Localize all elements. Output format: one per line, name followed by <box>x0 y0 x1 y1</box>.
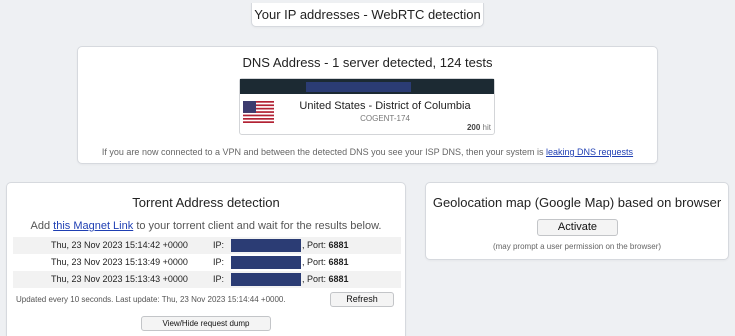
torrent-title: Torrent Address detection <box>132 195 280 210</box>
row-timestamp: Thu, 23 Nov 2023 15:13:49 +0000 <box>51 257 188 267</box>
ip-label: IP: <box>213 240 225 250</box>
dns-location: United States - District of Columbia <box>299 100 471 112</box>
hit-number: 200 <box>466 123 481 132</box>
row-port: , Port: 6881 <box>302 240 349 250</box>
webrtc-title: Your IP addresses - WebRTC detection <box>254 7 481 22</box>
row-timestamp: Thu, 23 Nov 2023 15:13:43 +0000 <box>51 274 188 284</box>
update-status: Updated every 10 seconds. Last update: T… <box>16 295 286 304</box>
redacted-ip <box>231 273 301 286</box>
dns-server-card: United States - District of Columbia COG… <box>239 78 495 135</box>
geo-title: Geolocation map (Google Map) based on br… <box>432 195 722 210</box>
activate-button[interactable]: Activate <box>537 219 618 236</box>
us-flag-icon <box>243 101 274 123</box>
dns-section: DNS Address - 1 server detected, 124 tes… <box>77 46 658 164</box>
torrent-instructions: Add this Magnet Link to your torrent cli… <box>7 220 405 232</box>
ip-label: IP: <box>213 257 225 267</box>
webrtc-section: Your IP addresses - WebRTC detection <box>251 3 484 27</box>
dns-leak-note: If you are now connected to a VPN and be… <box>78 147 657 157</box>
row-port: , Port: 6881 <box>302 257 349 267</box>
geo-permission-note: (may prompt a user permission on the bro… <box>492 242 662 251</box>
row-port: , Port: 6881 <box>302 274 349 284</box>
dns-title: DNS Address - 1 server detected, 124 tes… <box>242 55 493 70</box>
instr-after: to your torrent client and wait for the … <box>136 220 382 232</box>
refresh-button[interactable]: Refresh <box>330 292 394 307</box>
ip-label: IP: <box>213 274 225 284</box>
instr-before: Add <box>30 220 51 232</box>
hit-label: hit <box>482 123 491 132</box>
row-timestamp: Thu, 23 Nov 2023 15:14:42 +0000 <box>51 240 188 250</box>
dns-ip-bar <box>240 79 494 94</box>
torrent-results-table: Thu, 23 Nov 2023 15:14:42 +0000 IP: , Po… <box>13 237 401 288</box>
table-row: Thu, 23 Nov 2023 15:13:49 +0000 IP: , Po… <box>13 254 401 271</box>
torrent-section: Torrent Address detection Add this Magne… <box>6 182 406 336</box>
dns-note-text: If you are now connected to a VPN and be… <box>101 147 544 157</box>
magnet-link[interactable]: this Magnet Link <box>53 220 133 232</box>
redacted-ip <box>231 256 301 269</box>
redacted-ip <box>231 239 301 252</box>
geolocation-section: Geolocation map (Google Map) based on br… <box>425 182 729 260</box>
dns-isp: COGENT-174 <box>360 114 410 123</box>
redacted-ip <box>306 82 411 92</box>
table-row: Thu, 23 Nov 2023 15:14:42 +0000 IP: , Po… <box>13 237 401 254</box>
toggle-request-dump-button[interactable]: View/Hide request dump <box>141 316 271 331</box>
leaking-dns-link[interactable]: leaking DNS requests <box>546 147 633 157</box>
dns-hit-count: 200 hit <box>467 123 491 132</box>
table-row: Thu, 23 Nov 2023 15:13:43 +0000 IP: , Po… <box>13 271 401 288</box>
